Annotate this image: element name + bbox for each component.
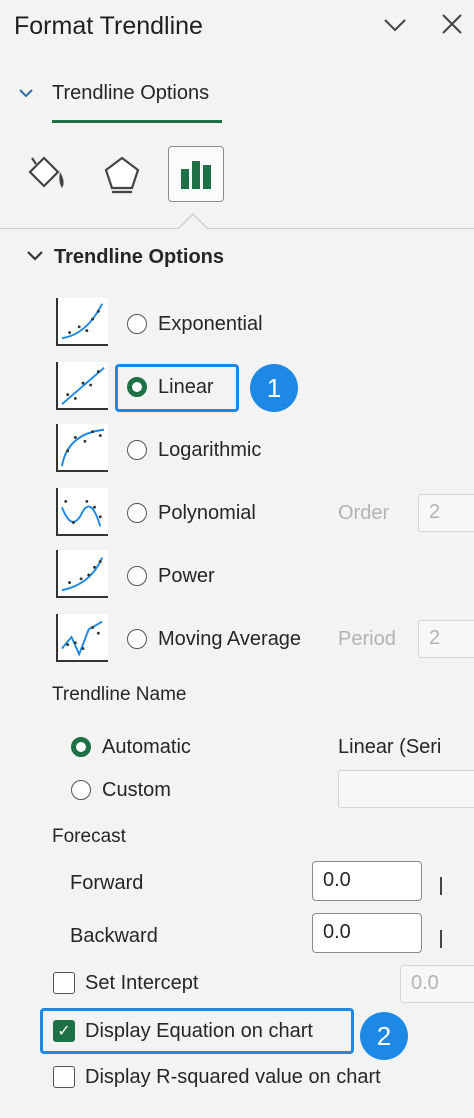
backward-label: Backward — [70, 925, 158, 947]
power-trend-icon — [56, 550, 108, 598]
intercept-input[interactable]: 0.0 — [400, 965, 474, 1003]
label-linear[interactable]: Linear — [158, 376, 214, 399]
radio-custom[interactable] — [71, 780, 91, 800]
pane-title: Format Trendline — [14, 12, 203, 40]
divider — [0, 228, 474, 229]
trendline-name-label: Trendline Name — [52, 684, 187, 705]
display-equation-label[interactable]: Display Equation on chart — [85, 1020, 313, 1043]
close-icon[interactable] — [440, 10, 464, 43]
backward-input[interactable]: 0.0 — [312, 913, 422, 953]
forward-unit-marker — [440, 877, 442, 895]
display-rsquared-label[interactable]: Display R-squared value on chart — [85, 1066, 381, 1089]
step-badge-1: 1 — [250, 364, 298, 412]
radio-logarithmic[interactable] — [127, 440, 147, 460]
forward-label: Forward — [70, 872, 144, 894]
radio-polynomial[interactable] — [127, 503, 147, 523]
label-logarithmic[interactable]: Logarithmic — [158, 439, 261, 462]
radio-power[interactable] — [127, 566, 147, 586]
radio-moving-average[interactable] — [127, 629, 147, 649]
display-equation-checkbox[interactable]: ✓ — [53, 1020, 75, 1042]
chevron-down-icon[interactable] — [26, 248, 44, 267]
active-tab-notch-fill — [179, 215, 207, 229]
label-polynomial[interactable]: Polynomial — [158, 502, 256, 525]
order-stepper[interactable]: 2 — [418, 494, 474, 532]
chevron-down-icon — [18, 86, 34, 102]
label-automatic[interactable]: Automatic — [102, 736, 191, 759]
chevron-down-icon[interactable] — [382, 14, 408, 43]
fill-line-icon[interactable] — [18, 146, 74, 202]
tab-trendline-options[interactable]: Trendline Options — [52, 82, 209, 105]
label-moving-average[interactable]: Moving Average — [158, 628, 301, 651]
radio-automatic[interactable] — [71, 737, 91, 757]
backward-unit-marker — [440, 930, 442, 948]
exponential-trend-icon — [56, 298, 108, 346]
display-rsquared-checkbox[interactable] — [53, 1066, 75, 1088]
radio-linear[interactable] — [127, 377, 147, 397]
label-custom[interactable]: Custom — [102, 779, 171, 802]
radio-exponential[interactable] — [127, 314, 147, 334]
step-badge-2: 2 — [360, 1012, 408, 1060]
moving-average-trend-icon — [56, 614, 108, 662]
section-trendline-options[interactable]: Trendline Options — [54, 246, 224, 269]
linear-trend-icon — [56, 362, 108, 410]
effects-pentagon-icon[interactable] — [94, 146, 150, 202]
set-intercept-checkbox[interactable] — [53, 972, 75, 994]
logarithmic-trend-icon — [56, 424, 108, 472]
automatic-name-value: Linear (Seri — [338, 736, 442, 758]
label-exponential[interactable]: Exponential — [158, 313, 263, 336]
custom-name-input[interactable] — [338, 770, 474, 808]
tab-underline — [52, 120, 222, 123]
forecast-label: Forecast — [52, 826, 126, 847]
polynomial-trend-icon — [56, 488, 108, 536]
trendline-options-chart-icon[interactable] — [168, 146, 224, 202]
set-intercept-label[interactable]: Set Intercept — [85, 972, 198, 995]
label-order: Order — [338, 502, 390, 524]
label-period: Period — [338, 628, 396, 650]
label-power[interactable]: Power — [158, 565, 215, 588]
period-stepper[interactable]: 2 — [418, 620, 474, 658]
forward-input[interactable]: 0.0 — [312, 861, 422, 901]
